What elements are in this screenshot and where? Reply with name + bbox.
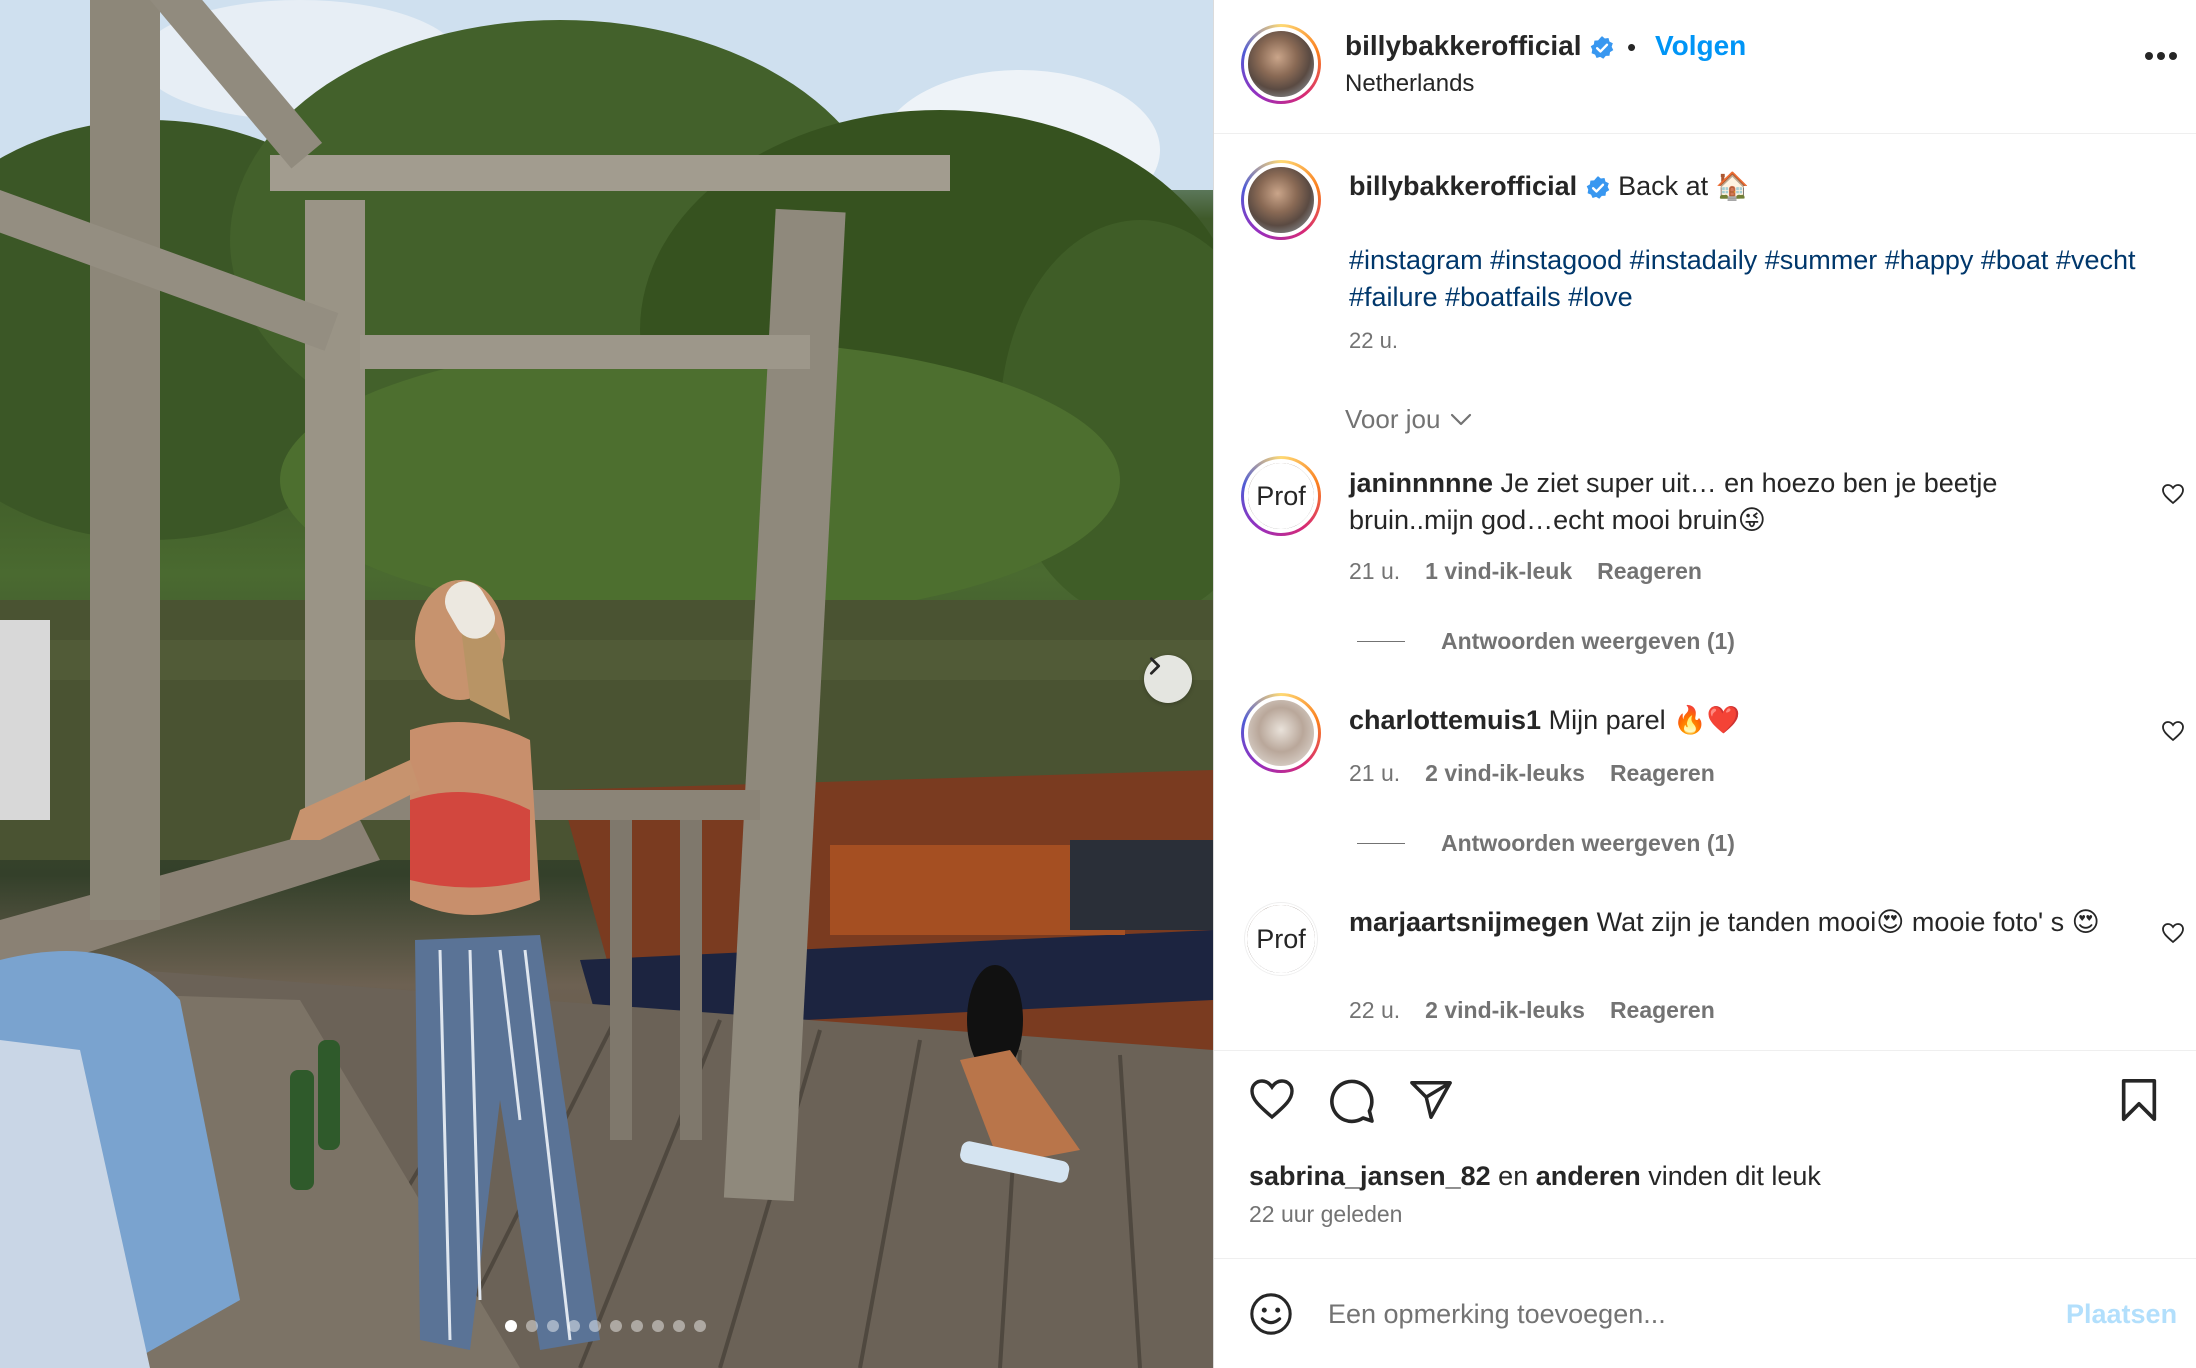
avatar-alt-text: Prof bbox=[1248, 463, 1314, 529]
comment-body: charlottemuis1 Mijn parel 🔥❤️ bbox=[1349, 702, 2129, 739]
reply-button[interactable]: Reageren bbox=[1610, 997, 1715, 1024]
comment-username[interactable]: charlottemuis1 bbox=[1349, 705, 1541, 735]
comment-username[interactable]: janinnnnne bbox=[1349, 468, 1493, 498]
smiley-icon bbox=[1250, 1293, 1292, 1335]
caption-author-avatar[interactable] bbox=[1241, 160, 1321, 240]
emoji-picker-button[interactable] bbox=[1248, 1291, 1294, 1342]
share-button[interactable] bbox=[1408, 1077, 1454, 1128]
like-comment-button[interactable] bbox=[2161, 483, 2185, 510]
post-timestamp[interactable]: 22 uur geleden bbox=[1249, 1201, 1402, 1228]
caption-time[interactable]: 22 u. bbox=[1349, 328, 1398, 354]
comment-time[interactable]: 21 u. bbox=[1349, 760, 1400, 787]
heart-outline-icon bbox=[2162, 923, 2184, 944]
replies-divider bbox=[1357, 843, 1405, 844]
comment-text: Wat zijn je tanden mooi😍 mooie foto' s 😍 bbox=[1596, 907, 2100, 937]
comment-meta: 22 u. 2 vind-ik-leuks Reageren bbox=[1349, 997, 1715, 1024]
more-horizontal-icon bbox=[2145, 52, 2177, 60]
comment-body: janinnnnne Je ziet super uit… en hoezo b… bbox=[1349, 465, 2129, 539]
slide-dot bbox=[652, 1320, 664, 1332]
avatar-alt-text: Prof bbox=[1247, 905, 1315, 973]
post-header: billybakkerofficial • Volgen Netherlands bbox=[1214, 0, 2196, 134]
comment-meta: 21 u. 2 vind-ik-leuks Reageren bbox=[1349, 760, 1715, 787]
slide-dot bbox=[631, 1320, 643, 1332]
commenter-avatar[interactable]: Prof bbox=[1244, 902, 1318, 976]
view-replies-label: Antwoorden weergeven (1) bbox=[1441, 628, 1735, 654]
caption-hashtags[interactable]: #instagram #instagood #instadaily #summe… bbox=[1349, 242, 2149, 316]
like-comment-button[interactable] bbox=[2161, 922, 2185, 949]
avatar-image bbox=[1244, 696, 1318, 770]
heart-outline-icon bbox=[1250, 1079, 1294, 1120]
comment-time[interactable]: 22 u. bbox=[1349, 997, 1400, 1024]
heart-outline-icon bbox=[2162, 484, 2184, 505]
comment-username[interactable]: marjaartsnijmegen bbox=[1349, 907, 1589, 937]
slide-dot bbox=[547, 1320, 559, 1332]
avatar-image bbox=[1244, 27, 1318, 101]
post-comment-button[interactable]: Plaatsen bbox=[2066, 1299, 2177, 1330]
like-button[interactable] bbox=[1248, 1077, 1296, 1126]
post-side-panel: billybakkerofficial • Volgen Netherlands… bbox=[1213, 0, 2196, 1368]
slide-dot bbox=[526, 1320, 538, 1332]
commenter-avatar[interactable] bbox=[1241, 693, 1321, 773]
paper-plane-icon bbox=[1410, 1081, 1452, 1119]
header-separator: • bbox=[1627, 32, 1637, 62]
view-replies-button[interactable]: Antwoorden weergeven (1) bbox=[1357, 830, 1735, 857]
comment-input[interactable] bbox=[1328, 1289, 2028, 1339]
slide-indicator bbox=[505, 1320, 706, 1332]
reply-button[interactable]: Reageren bbox=[1597, 558, 1702, 585]
likes-summary: sabrina_jansen_82 en anderen vinden dit … bbox=[1249, 1161, 1821, 1192]
like-comment-button[interactable] bbox=[2161, 720, 2185, 747]
heart-outline-icon bbox=[2162, 721, 2184, 742]
chevron-right-icon bbox=[1149, 657, 1161, 675]
follow-button[interactable]: Volgen bbox=[1655, 30, 1746, 62]
commenter-avatar[interactable]: Prof bbox=[1241, 456, 1321, 536]
likes-suffix: vinden dit leuk bbox=[1648, 1161, 1821, 1191]
slide-dot bbox=[568, 1320, 580, 1332]
comment-text: Mijn parel 🔥❤️ bbox=[1548, 705, 1741, 735]
more-options-button[interactable] bbox=[2144, 48, 2178, 66]
avatar-image bbox=[1244, 163, 1318, 237]
save-button[interactable] bbox=[2117, 1077, 2161, 1128]
comment-meta: 21 u. 1 vind-ik-leuk Reageren bbox=[1349, 558, 1702, 585]
post-actions: sabrina_jansen_82 en anderen vinden dit … bbox=[1214, 1050, 2196, 1258]
slide-dot bbox=[610, 1320, 622, 1332]
post-photo[interactable] bbox=[0, 0, 1213, 1368]
bookmark-icon bbox=[2121, 1079, 2157, 1121]
view-replies-button[interactable]: Antwoorden weergeven (1) bbox=[1357, 628, 1735, 655]
chevron-down-icon bbox=[1451, 413, 1472, 425]
comment-composer: Plaatsen bbox=[1214, 1258, 2196, 1368]
comment-likes-count[interactable]: 1 vind-ik-leuk bbox=[1425, 558, 1572, 585]
caption: billybakkerofficial Back at 🏠 bbox=[1349, 170, 1749, 202]
verified-badge-icon bbox=[1591, 35, 1614, 59]
liker-username[interactable]: sabrina_jansen_82 bbox=[1249, 1161, 1491, 1191]
post-location[interactable]: Netherlands bbox=[1345, 70, 1474, 98]
author-username-text: billybakkerofficial bbox=[1345, 30, 1582, 61]
slide-dot bbox=[505, 1320, 517, 1332]
comment-button[interactable] bbox=[1328, 1077, 1376, 1130]
view-replies-label: Antwoorden weergeven (1) bbox=[1441, 830, 1735, 856]
next-slide-button[interactable] bbox=[1144, 655, 1192, 703]
caption-username[interactable]: billybakkerofficial bbox=[1349, 171, 1577, 201]
avatar-image: Prof bbox=[1245, 903, 1317, 975]
verified-badge-icon bbox=[1586, 175, 1609, 199]
slide-dot bbox=[673, 1320, 685, 1332]
comment-filter-label: Voor jou bbox=[1345, 404, 1441, 434]
replies-divider bbox=[1357, 641, 1405, 642]
comment-time[interactable]: 21 u. bbox=[1349, 558, 1400, 585]
caption-text: Back at 🏠 bbox=[1618, 171, 1750, 201]
photo-illustration bbox=[0, 0, 1213, 1368]
author-username[interactable]: billybakkerofficial bbox=[1345, 30, 1615, 62]
comment-likes-count[interactable]: 2 vind-ik-leuks bbox=[1425, 997, 1585, 1024]
comment-filter-dropdown[interactable]: Voor jou bbox=[1345, 404, 1472, 435]
slide-dot bbox=[589, 1320, 601, 1332]
comment-body: marjaartsnijmegen Wat zijn je tanden moo… bbox=[1349, 904, 2129, 941]
avatar-image: Prof bbox=[1244, 459, 1318, 533]
author-avatar[interactable] bbox=[1241, 24, 1321, 104]
comment-likes-count[interactable]: 2 vind-ik-leuks bbox=[1425, 760, 1585, 787]
slide-dot bbox=[694, 1320, 706, 1332]
likes-connector: en bbox=[1498, 1161, 1529, 1191]
likes-others-link[interactable]: anderen bbox=[1536, 1161, 1641, 1191]
comment-bubble-icon bbox=[1330, 1079, 1374, 1124]
reply-button[interactable]: Reageren bbox=[1610, 760, 1715, 787]
